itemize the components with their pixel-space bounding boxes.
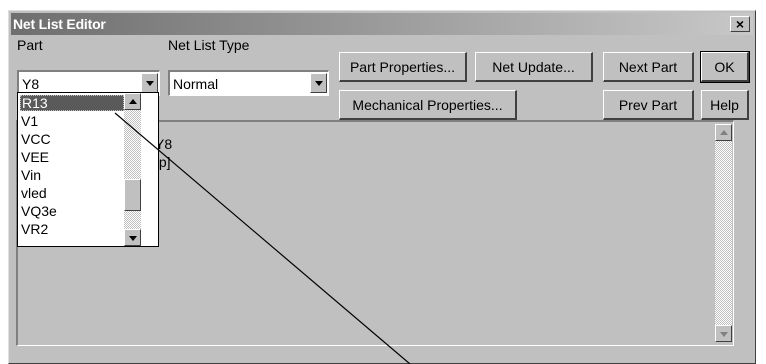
scroll-up-button[interactable] — [715, 124, 732, 141]
net-list-type-label: Net List Type — [168, 37, 250, 53]
chevron-up-icon — [720, 130, 728, 135]
net-list-type-value: Normal — [173, 76, 219, 92]
list-scroll-down-button[interactable] — [124, 229, 141, 246]
close-button[interactable]: × — [730, 16, 750, 32]
content-vertical-scrollbar[interactable] — [715, 124, 732, 342]
list-item[interactable]: VCC — [20, 131, 51, 147]
net-list-type-combobox[interactable]: Normal — [168, 70, 329, 96]
list-item[interactable]: V1 — [20, 113, 38, 129]
next-part-button[interactable]: Next Part — [603, 52, 694, 82]
net-list-type-dropdown-button[interactable] — [310, 73, 327, 93]
part-dropdown-list[interactable]: R13 V1 VCC VEE Vin vled VQ3e VR2 — [17, 92, 159, 247]
scroll-down-button[interactable] — [715, 325, 732, 342]
chevron-down-icon — [129, 236, 137, 241]
part-label: Part — [17, 37, 43, 53]
help-button[interactable]: Help — [701, 90, 749, 120]
list-scroll-up-button[interactable] — [124, 93, 141, 110]
list-item[interactable]: Vin — [20, 167, 41, 183]
chevron-down-icon — [146, 81, 154, 86]
part-properties-button[interactable]: Part Properties... — [339, 52, 467, 82]
list-vertical-scrollbar[interactable] — [124, 93, 141, 246]
part-dropdown-button[interactable] — [141, 73, 158, 93]
list-item[interactable]: VR2 — [20, 221, 48, 237]
list-scroll-thumb[interactable] — [124, 179, 141, 211]
title-bar: Net List Editor × — [11, 13, 753, 35]
list-item[interactable]: vled — [20, 185, 47, 201]
prev-part-button[interactable]: Prev Part — [603, 90, 694, 120]
mechanical-properties-button[interactable]: Mechanical Properties... — [339, 90, 517, 120]
list-item[interactable]: VQ3e — [20, 203, 57, 219]
chevron-down-icon — [315, 81, 323, 86]
net-update-button[interactable]: Net Update... — [475, 52, 593, 82]
chevron-up-icon — [129, 99, 137, 104]
chevron-down-icon — [720, 332, 728, 337]
list-item[interactable]: R13 — [20, 95, 124, 111]
close-icon: × — [735, 16, 745, 32]
list-item[interactable]: VEE — [20, 149, 49, 165]
ok-button[interactable]: OK — [700, 51, 750, 83]
part-combobox-value: Y8 — [22, 76, 40, 92]
window-title: Net List Editor — [13, 16, 106, 32]
